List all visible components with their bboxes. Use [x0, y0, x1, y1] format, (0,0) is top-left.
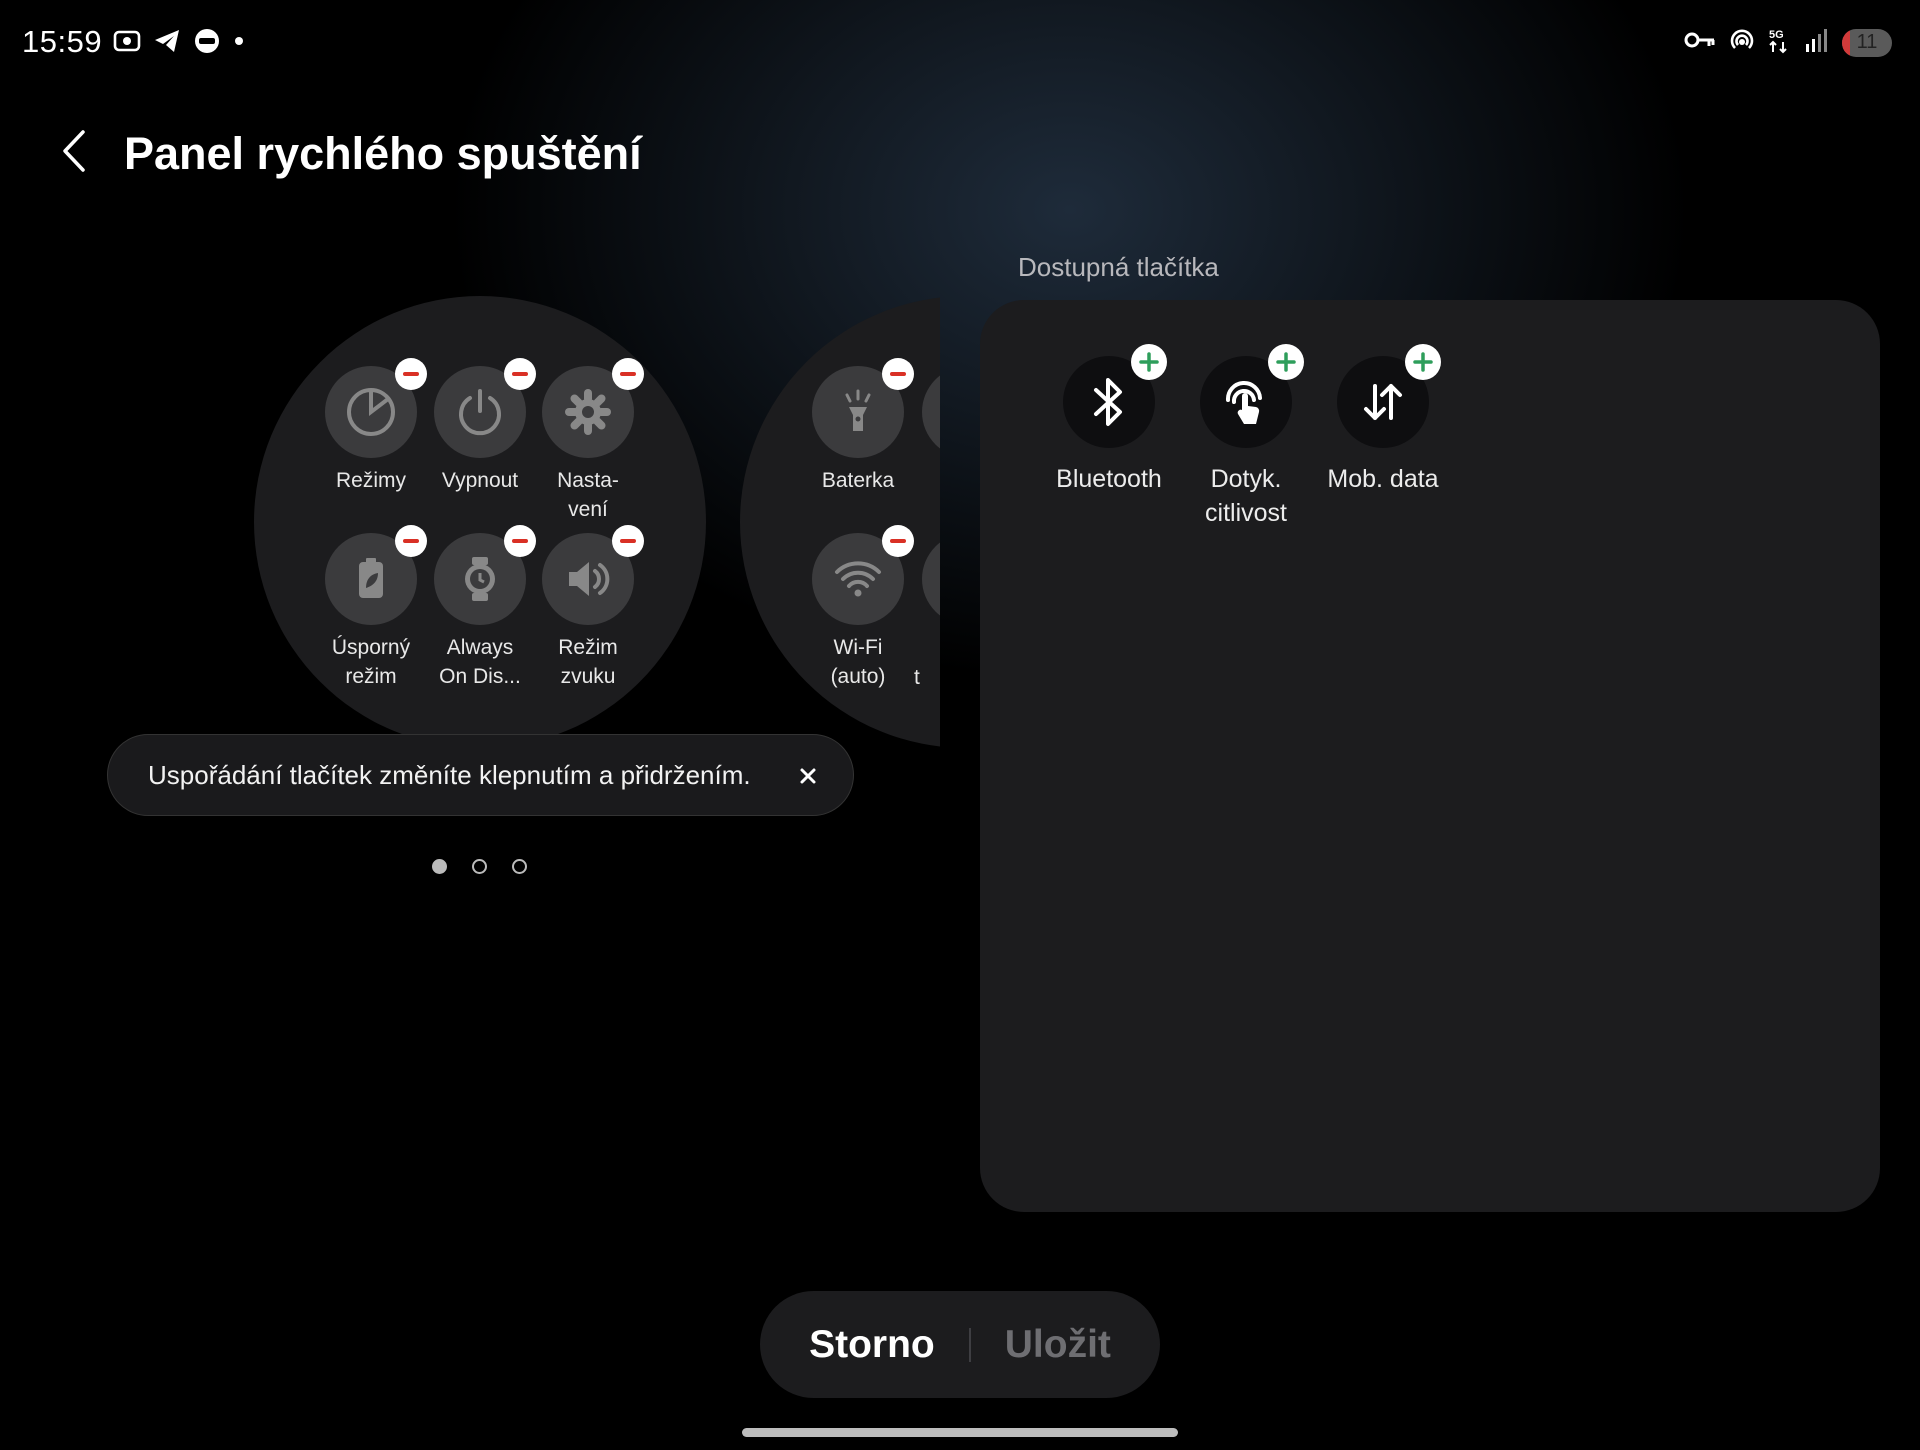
tile-label: Mob. data [1327, 465, 1439, 493]
flashlight-icon [845, 389, 871, 431]
tile-usporny-rezim[interactable]: Úsporný režim [311, 525, 431, 691]
quick-panel-page-2[interactable]: Baterka Wi-Fi (auto) t [740, 296, 940, 748]
battery-saver-icon [359, 558, 383, 598]
tile-wifi[interactable]: Wi-Fi (auto) [798, 525, 918, 691]
tile-nastaveni[interactable]: Nasta- vení [528, 358, 648, 524]
add-badge[interactable] [1405, 344, 1441, 380]
power-icon [459, 389, 501, 436]
modes-icon [347, 388, 395, 436]
home-indicator[interactable] [742, 1428, 1178, 1437]
hint-toast: Uspořádání tlačítek změníte klepnutím a … [107, 734, 854, 816]
quick-panel-page-2-clip: Baterka Wi-Fi (auto) t [700, 280, 940, 760]
page-dot-3[interactable] [512, 859, 527, 874]
tile-button [1063, 344, 1167, 448]
touch-sensitivity-icon [1225, 381, 1262, 424]
toast-close-button[interactable] [791, 759, 825, 793]
remove-badge[interactable] [612, 358, 644, 390]
tile-button [922, 533, 940, 625]
available-tile-mobile-data[interactable]: Mob. data [1313, 344, 1453, 496]
tile-vypnout[interactable]: Vypnout [420, 358, 540, 495]
close-icon [800, 768, 816, 784]
speaker-icon [569, 562, 610, 596]
tile-label: Režimy [335, 469, 406, 492]
tile-label: Baterka [821, 469, 895, 492]
remove-badge[interactable] [612, 525, 644, 557]
add-badge[interactable] [1131, 344, 1167, 380]
quick-panel-page-1: Režimy Vypnout Nasta- vení Úsporný režim… [254, 296, 706, 748]
watch-icon [465, 557, 495, 601]
tile-button [542, 525, 644, 625]
wifi-icon [835, 561, 881, 597]
tile-rezim-zvuku[interactable]: Režim zvuku [528, 525, 648, 691]
available-buttons-panel: Bluetooth Dotyk. citlivost Mob. data [980, 300, 1880, 1212]
available-tile-bluetooth[interactable]: Bluetooth [1039, 344, 1179, 496]
tile-button [812, 358, 914, 458]
hotspot-icon [1728, 26, 1756, 59]
signal-icon [1804, 26, 1830, 59]
bluetooth-icon [1094, 378, 1122, 426]
tile-label: Režim zvuku [558, 636, 618, 688]
tile-button [1337, 344, 1441, 448]
toast-text: Uspořádání tlačítek změníte klepnutím a … [148, 759, 751, 790]
mobile-data-icon [1364, 384, 1402, 420]
plus-icon [1139, 352, 1159, 372]
tile-label: Always On Dis... [439, 636, 521, 688]
tile-label: Nasta- vení [557, 469, 619, 521]
tile-label: Dotyk. citlivost [1205, 465, 1287, 527]
tile-label: Wi-Fi (auto) [830, 636, 886, 688]
tile-button [1200, 344, 1304, 448]
notification-dot-icon [232, 34, 246, 53]
tile-label: Bluetooth [1056, 465, 1162, 493]
chevron-left-icon [63, 130, 85, 172]
status-left-icons [112, 26, 246, 61]
tile-button [325, 358, 427, 458]
battery-indicator: 11 [1842, 28, 1892, 57]
back-button[interactable] [56, 126, 92, 176]
tile-button [434, 358, 536, 458]
screenshot-icon [112, 26, 142, 61]
page-dot-2[interactable] [472, 859, 487, 874]
plus-icon [1276, 352, 1296, 372]
tile-partial-top[interactable] [908, 366, 940, 458]
tile-button [812, 525, 914, 625]
telegram-icon [152, 26, 182, 61]
tile-button [922, 366, 940, 458]
status-right-icons: 5G 11 [1684, 26, 1892, 59]
battery-level: 11 [1856, 31, 1878, 53]
bottom-action-bar: Storno Uložit [760, 1291, 1160, 1398]
tile-label: Úsporný režim [331, 636, 411, 688]
tile-rezimy[interactable]: Režimy [311, 358, 431, 495]
status-time: 15:59 [22, 24, 103, 59]
page-indicator [432, 859, 527, 874]
wear-icon [192, 26, 222, 61]
page-title: Panel rychlého spuštění [124, 128, 642, 179]
5g-icon: 5G [1768, 26, 1792, 59]
tile-partial-bottom[interactable]: t [908, 533, 940, 692]
gear-icon [565, 389, 611, 435]
tile-button [434, 525, 536, 625]
plus-icon [1413, 352, 1433, 372]
tile-label: t [914, 666, 920, 689]
vpn-key-icon [1684, 29, 1716, 56]
tile-button [325, 525, 427, 625]
available-buttons-title: Dostupná tlačítka [1018, 252, 1219, 282]
page-dot-1[interactable] [432, 859, 447, 874]
tile-button [542, 358, 644, 458]
available-tile-touch-sensitivity[interactable]: Dotyk. citlivost [1176, 344, 1316, 530]
cancel-button[interactable]: Storno [775, 1323, 969, 1367]
save-button[interactable]: Uložit [971, 1323, 1145, 1367]
tile-label: Vypnout [441, 469, 519, 492]
add-badge[interactable] [1268, 344, 1304, 380]
tile-baterka[interactable]: Baterka [798, 358, 918, 495]
svg-text:5G: 5G [1769, 29, 1784, 41]
tile-always-on-display[interactable]: Always On Dis... [420, 525, 540, 691]
